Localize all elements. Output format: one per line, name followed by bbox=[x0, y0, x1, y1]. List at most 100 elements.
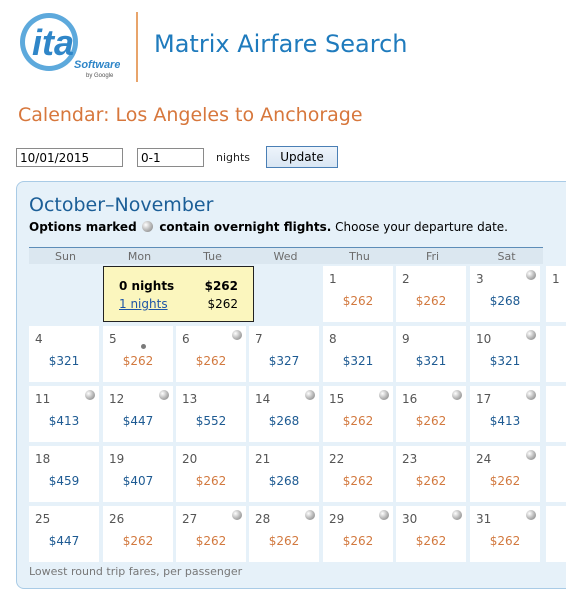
day-cell[interactable]: 18 $459 bbox=[29, 446, 99, 502]
day-price[interactable]: $262 bbox=[323, 474, 393, 488]
day-price[interactable]: $262 bbox=[396, 414, 466, 428]
day-price[interactable]: $262 bbox=[396, 294, 466, 308]
day-cell[interactable]: 20 $262 bbox=[176, 446, 246, 502]
day-price[interactable]: $262 bbox=[323, 414, 393, 428]
empty-cell bbox=[249, 266, 319, 322]
overnight-icon bbox=[232, 330, 242, 340]
day-price[interactable]: $413 bbox=[470, 414, 540, 428]
day-cell[interactable]: 31 $262 bbox=[470, 506, 540, 562]
day-cell[interactable]: 24 $262 bbox=[470, 446, 540, 502]
calendar-title: Calendar: Los Angeles to Anchorage bbox=[18, 104, 363, 126]
overnight-icon bbox=[85, 390, 95, 400]
day-cell[interactable]: 15 $262 bbox=[323, 386, 393, 442]
day-price[interactable]: $552 bbox=[176, 414, 246, 428]
day-cell[interactable]: 6 $262 bbox=[176, 326, 246, 382]
overnight-icon bbox=[526, 450, 536, 460]
day-price[interactable]: $459 bbox=[29, 474, 99, 488]
day-price[interactable]: $327 bbox=[249, 354, 319, 368]
day-price[interactable]: $262 bbox=[176, 474, 246, 488]
day-cell[interactable]: 14 $268 bbox=[249, 386, 319, 442]
day-price[interactable]: $268 bbox=[470, 294, 540, 308]
trip-length-popup: 0 nights $262 1 nights $262 bbox=[103, 266, 254, 322]
day-number: 2 bbox=[402, 272, 410, 286]
day-cell[interactable]: 11 $413 bbox=[29, 386, 99, 442]
day-cell[interactable]: 12 $447 bbox=[103, 386, 173, 442]
day-price[interactable]: $262 bbox=[176, 354, 246, 368]
day-cell[interactable]: 21 $268 bbox=[249, 446, 319, 502]
day-cell[interactable]: 8 $321 bbox=[323, 326, 393, 382]
day-price[interactable]: $262 bbox=[470, 474, 540, 488]
day-price[interactable]: $321 bbox=[396, 354, 466, 368]
day-cell[interactable]: 5 $262 bbox=[103, 326, 173, 382]
day-price[interactable]: $321 bbox=[29, 354, 99, 368]
day-cell[interactable]: 27 $262 bbox=[176, 506, 246, 562]
day-number: 21 bbox=[255, 452, 271, 466]
day-price[interactable]: $268 bbox=[249, 414, 319, 428]
day-price[interactable]: $262 bbox=[103, 534, 173, 548]
day-cell[interactable]: 19 $407 bbox=[103, 446, 173, 502]
weekday-fri: Fri bbox=[425, 250, 440, 263]
popup-1-nights-link[interactable]: 1 nights bbox=[119, 297, 168, 311]
day-cell[interactable]: 25 $447 bbox=[29, 506, 99, 562]
ita-logo-icon: ita Software by Google bbox=[20, 13, 120, 79]
day-number: 25 bbox=[35, 512, 51, 526]
indicator-dot-icon bbox=[141, 344, 146, 349]
day-price[interactable]: $262 bbox=[323, 294, 393, 308]
day-cell[interactable]: 30 $262 bbox=[396, 506, 466, 562]
day-number: 28 bbox=[255, 512, 271, 526]
day-cell[interactable]: 16 $262 bbox=[396, 386, 466, 442]
overnight-icon bbox=[305, 390, 315, 400]
day-number: 6 bbox=[182, 332, 190, 346]
day-cell[interactable]: 26 $262 bbox=[103, 506, 173, 562]
day-price[interactable]: $262 bbox=[396, 534, 466, 548]
day-cell[interactable]: 1 $262 bbox=[323, 266, 393, 322]
overnight-icon bbox=[379, 390, 389, 400]
day-price[interactable]: $262 bbox=[176, 534, 246, 548]
day-price[interactable]: $262 bbox=[396, 474, 466, 488]
day-cell[interactable]: 28 $262 bbox=[249, 506, 319, 562]
update-button[interactable]: Update bbox=[266, 146, 338, 168]
day-price[interactable]: $262 bbox=[249, 534, 319, 548]
overnight-icon bbox=[526, 390, 536, 400]
day-cell[interactable]: 2 $262 bbox=[396, 266, 466, 322]
day-price[interactable]: $447 bbox=[103, 414, 173, 428]
day-cell[interactable]: 9 $321 bbox=[396, 326, 466, 382]
next-month-day-cell[interactable]: 1 bbox=[546, 266, 566, 322]
day-cell[interactable]: 22 $262 bbox=[323, 446, 393, 502]
day-number: 10 bbox=[476, 332, 492, 346]
day-price[interactable]: $321 bbox=[470, 354, 540, 368]
day-price[interactable]: $262 bbox=[103, 354, 173, 368]
day-cell[interactable]: 10 $321 bbox=[470, 326, 540, 382]
weekday-header: Sun Mon Tue Wed Thu Fri Sat bbox=[29, 247, 543, 264]
day-cell[interactable]: 7 $327 bbox=[249, 326, 319, 382]
day-number: 20 bbox=[182, 452, 198, 466]
day-number: 16 bbox=[402, 392, 418, 406]
departure-date-input[interactable] bbox=[16, 148, 123, 167]
app-title: Matrix Airfare Search bbox=[154, 30, 408, 58]
day-price[interactable]: $321 bbox=[323, 354, 393, 368]
day-cell[interactable]: 29 $262 bbox=[323, 506, 393, 562]
day-price[interactable]: $413 bbox=[29, 414, 99, 428]
day-cell[interactable]: 4 $321 bbox=[29, 326, 99, 382]
overnight-icon bbox=[379, 510, 389, 520]
ita-software-logo[interactable]: ita Software by Google bbox=[16, 10, 120, 84]
day-price[interactable]: $407 bbox=[103, 474, 173, 488]
month-title: October–November bbox=[29, 194, 214, 216]
day-price[interactable]: $262 bbox=[323, 534, 393, 548]
day-price[interactable]: $262 bbox=[470, 534, 540, 548]
day-cell[interactable]: 17 $413 bbox=[470, 386, 540, 442]
day-number: 5 bbox=[109, 332, 117, 346]
note-part1: Options marked bbox=[29, 220, 137, 234]
next-month-cell bbox=[546, 506, 566, 562]
day-cell[interactable]: 3 $268 bbox=[470, 266, 540, 322]
day-price[interactable]: $268 bbox=[249, 474, 319, 488]
nights-label: nights bbox=[216, 151, 251, 164]
day-cell[interactable]: 23 $262 bbox=[396, 446, 466, 502]
day-price[interactable]: $447 bbox=[29, 534, 99, 548]
header-divider bbox=[136, 12, 138, 82]
nights-input[interactable] bbox=[137, 148, 204, 167]
day-number: 23 bbox=[402, 452, 418, 466]
day-cell[interactable]: 13 $552 bbox=[176, 386, 246, 442]
day-number: 22 bbox=[329, 452, 345, 466]
day-number: 17 bbox=[476, 392, 492, 406]
